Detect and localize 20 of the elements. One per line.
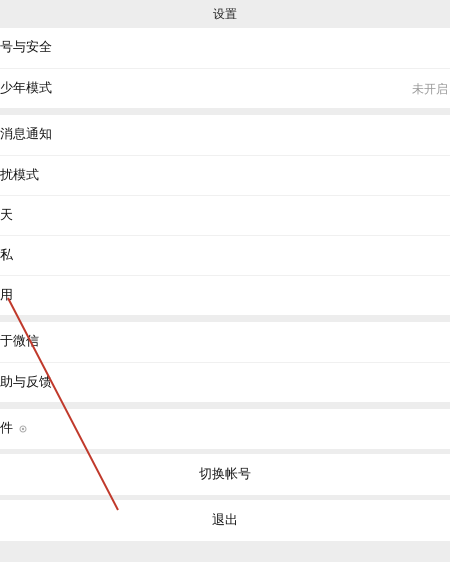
settings-item[interactable]: 天 [0,195,450,235]
item-label: 用 [0,286,13,305]
page-title: 设置 [213,6,237,23]
item-label: 少年模式 [0,80,52,98]
item-label: 天 [0,206,13,225]
settings-item[interactable]: 少年模式 未开启 [0,68,450,108]
settings-item[interactable]: 消息通知 [0,115,450,155]
settings-item[interactable]: 用 [0,275,450,315]
item-label: 件 [0,420,13,438]
item-value: 未开启 [412,80,448,98]
item-label: 消息通知 [0,126,52,144]
action-button[interactable]: 切换帐号 [0,454,450,495]
item-label: 扰模式 [0,166,39,185]
settings-item[interactable]: 号与安全 [0,28,450,68]
item-label: 号与安全 [0,39,52,58]
action-button[interactable]: 退出 [0,500,450,541]
settings-item[interactable]: 私 [0,235,450,275]
item-label: 私 [0,246,13,265]
settings-item[interactable]: 件 [0,409,450,449]
settings-item[interactable]: 扰模式 [0,155,450,195]
